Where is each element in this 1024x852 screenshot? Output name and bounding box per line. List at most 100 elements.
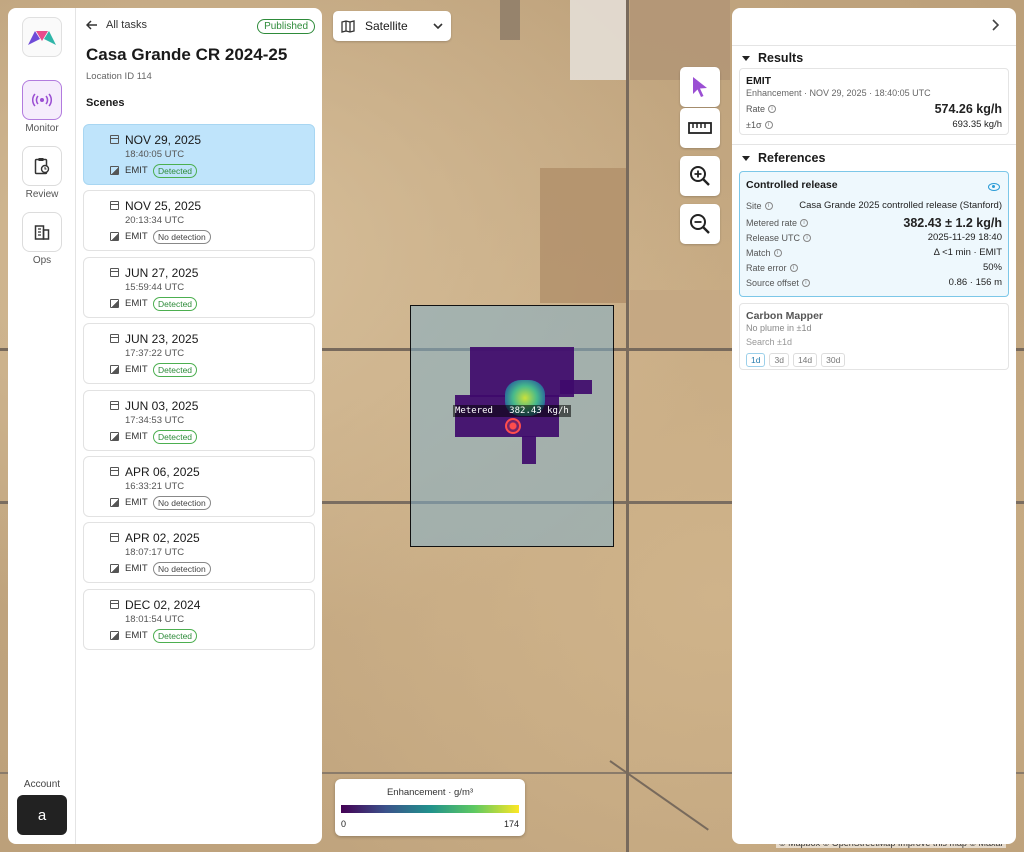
all-tasks-link[interactable]: All tasks [86, 19, 147, 31]
scene-instrument: EMIT [125, 563, 148, 575]
basemap-select[interactable]: Satellite [333, 11, 451, 41]
basemap-value: Satellite [365, 19, 408, 33]
detection-badge: Detected [153, 429, 198, 444]
ops-nav-button[interactable] [22, 212, 62, 252]
info-icon[interactable]: i [803, 233, 812, 242]
sigma-label: ±1σ [746, 119, 762, 130]
plume-metered-label: Metered 382.43 kg/h [453, 405, 571, 417]
detection-badge: No detection [153, 562, 211, 577]
plume-overlay [560, 380, 592, 394]
scene-card[interactable]: APR 06, 2025 16:33:21 UTC EMIT No detection [83, 455, 315, 517]
scene-date: DEC 02, 2024 [125, 597, 201, 612]
detection-badge: No detection [153, 230, 211, 245]
scene-time: 16:33:21 UTC [125, 480, 185, 492]
info-icon[interactable]: i [768, 105, 777, 113]
cursor-icon [693, 77, 707, 97]
scene-instrument: EMIT [125, 430, 148, 442]
row-label: Source offset [746, 277, 799, 288]
image-icon [110, 630, 119, 640]
enhancement-colorbar: Enhancement · g/m³ 0 174 [335, 779, 525, 836]
sigma-row: ±1σ i 693.35 kg/h [746, 119, 1002, 130]
detection-badge: Detected [153, 164, 198, 178]
scene-card[interactable]: DEC 02, 2024 18:01:54 UTC EMIT Detected [83, 588, 315, 650]
info-icon[interactable]: i [789, 263, 798, 272]
results-section-toggle[interactable]: Results [742, 51, 803, 65]
detection-badge: Detected [153, 363, 198, 378]
row-value: Casa Grande 2025 controlled release (Sta… [799, 200, 1002, 211]
status-badge: Published [257, 19, 315, 34]
zoom-in-button[interactable] [680, 156, 720, 196]
calendar-icon [110, 533, 119, 543]
scene-card[interactable]: APR 02, 2025 18:07:17 UTC EMIT No detection [83, 522, 315, 584]
eye-icon[interactable] [988, 183, 1000, 191]
info-icon[interactable]: i [800, 219, 809, 227]
references-section-toggle[interactable]: References [742, 151, 825, 165]
select-tool-button[interactable] [680, 67, 720, 107]
row-value: 50% [982, 262, 1002, 273]
detection-badge: Detected [153, 628, 198, 643]
scene-date: JUN 03, 2025 [125, 398, 199, 413]
row-label: Site [746, 200, 762, 211]
info-icon[interactable]: i [773, 248, 782, 257]
chevron-right-icon[interactable] [992, 19, 1000, 31]
search-window-chip[interactable]: 30d [821, 353, 846, 367]
info-icon[interactable]: i [764, 201, 773, 210]
scene-time: 18:40:05 UTC [125, 149, 185, 160]
scene-list: NOV 29, 2025 18:40:05 UTC EMIT Detected NOV … [83, 124, 315, 655]
measure-tool-button[interactable] [680, 108, 720, 148]
calendar-icon [110, 267, 119, 277]
scene-card[interactable]: JUN 23, 2025 17:37:22 UTC EMIT Detected [83, 323, 315, 385]
rate-label: Rate [746, 104, 766, 114]
scene-card[interactable]: JUN 03, 2025 17:34:53 UTC EMIT Detected [83, 389, 315, 451]
search-window-chip[interactable]: 1d [746, 353, 766, 367]
zoom-in-icon [690, 166, 710, 186]
scene-card[interactable]: NOV 25, 2025 20:13:34 UTC EMIT No detection [83, 190, 315, 252]
carbon-mapper-card: Carbon Mapper No plume in ±1d Search ±1d… [739, 303, 1009, 370]
search-window-chip[interactable]: 14d [792, 353, 818, 367]
emit-result-card: EMIT Enhancement · NOV 29, 2025 · 18:40:… [739, 68, 1009, 135]
controlled-release-row: Site i Casa Grande 2025 controlled release… [746, 200, 1002, 211]
calendar-icon [110, 466, 119, 476]
account-avatar[interactable]: a [17, 795, 67, 835]
row-label: Metered rate [746, 218, 798, 228]
colorbar-max: 174 [503, 819, 519, 829]
scene-date: APR 02, 2025 [125, 531, 200, 546]
row-value: 0.86 · 156 m [948, 277, 1002, 288]
controlled-release-row: Rate error i 50% [746, 262, 1002, 273]
controlled-release-row: Metered rate i 382.43 ± 1.2 kg/h [746, 216, 1002, 230]
info-icon[interactable]: i [764, 120, 773, 129]
map-icon [341, 19, 355, 33]
colorbar-min: 0 [341, 819, 347, 829]
monitor-nav-button[interactable] [22, 80, 62, 120]
controlled-release-card: Controlled release Site i Casa Grande 2025… [739, 171, 1009, 297]
release-source-marker[interactable] [505, 418, 521, 434]
chevron-down-icon [433, 23, 443, 29]
search-window-label: Search ±1d [746, 337, 792, 347]
app-logo[interactable] [22, 17, 62, 57]
task-panel: All tasks Published Casa Grande CR 2024-… [76, 8, 322, 844]
info-icon[interactable]: i [801, 278, 810, 287]
scene-instrument: EMIT [125, 231, 148, 243]
broadcast-icon [32, 93, 52, 107]
left-nav-rail: Monitor Review Ops Account a [8, 8, 76, 844]
image-icon [110, 166, 119, 175]
clipboard-clock-icon [34, 158, 50, 175]
scene-card[interactable]: JUN 27, 2025 15:59:44 UTC EMIT Detected [83, 256, 315, 318]
image-icon [110, 431, 119, 441]
image-icon [110, 497, 119, 507]
scene-instrument: EMIT [125, 629, 148, 641]
zoom-out-icon [690, 214, 710, 234]
calendar-icon [110, 400, 119, 410]
account-label: Account [23, 779, 61, 790]
search-window-chip[interactable]: 3d [769, 353, 789, 367]
scene-time: 17:37:22 UTC [125, 348, 185, 360]
location-id: Location ID 114 [86, 71, 152, 82]
detection-badge: Detected [153, 296, 198, 311]
zoom-out-button[interactable] [680, 204, 720, 244]
task-title: Casa Grande CR 2024-25 [86, 45, 288, 64]
review-nav-button[interactable] [22, 146, 62, 186]
image-icon [110, 365, 119, 375]
scene-card[interactable]: NOV 29, 2025 18:40:05 UTC EMIT Detected [83, 124, 315, 185]
scene-time: 15:59:44 UTC [125, 281, 185, 293]
scene-date: NOV 25, 2025 [125, 199, 202, 214]
